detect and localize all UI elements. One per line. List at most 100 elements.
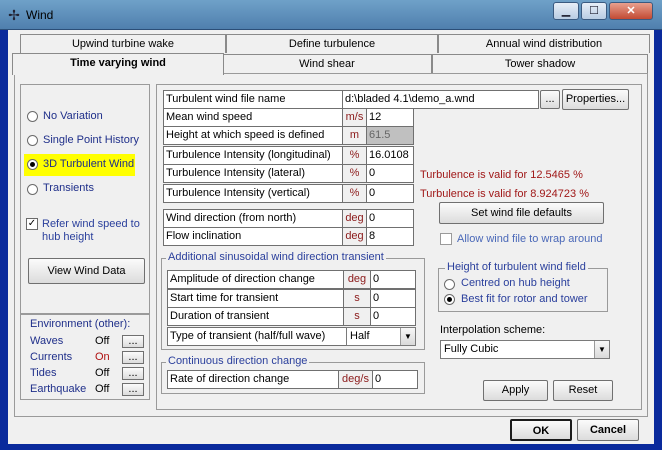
environment-title: Environment (other): [30,318,131,330]
allow-wrap-label: Allow wind file to wrap around [457,233,603,245]
reset-button[interactable]: Reset [553,380,613,401]
env-waves-label: Waves [30,335,64,347]
refer-hub-label-1: Refer wind speed to [42,218,140,230]
maximize-icon: ☐ [589,5,599,17]
transient-type-select[interactable]: Half ▼ [346,327,416,346]
env-currents-button[interactable]: ... [122,351,144,364]
set-wind-file-defaults-button[interactable]: Set wind file defaults [439,202,604,224]
env-tides-state: Off [95,367,110,379]
refer-hub-label-2: hub height [42,231,94,243]
browse-file-button[interactable]: ... [540,90,560,109]
interpolation-select[interactable]: Fully Cubic ▼ [440,340,610,359]
env-waves-state: Off [95,335,110,347]
checkmark-icon: ✓ [27,218,37,229]
best-fit-radio[interactable] [444,294,455,305]
transient-type-value: Half [350,330,370,342]
ti-vertical-label: Turbulence Intensity (vertical) [163,184,343,203]
minimize-icon: ▁ [561,5,571,17]
wind-turbine-icon: ✢ [8,7,20,23]
ti-longitudinal-unit: % [342,146,367,165]
start-time-unit: s [343,289,371,308]
interpolation-value: Fully Cubic [444,343,499,355]
close-icon: ✕ [626,5,636,17]
ti-longitudinal-label: Turbulence Intensity (longitudinal) [163,146,343,165]
single-point-history-radio[interactable] [27,135,38,146]
height-speed-label: Height at which speed is defined [163,126,343,145]
env-tides-button[interactable]: ... [122,367,144,380]
window-title: Wind [26,8,54,22]
no-variation-label: No Variation [43,110,103,122]
3d-turbulent-wind-radio[interactable] [27,159,38,170]
tab-upwind-turbine-wake[interactable]: Upwind turbine wake [20,34,226,53]
transient-type-label: Type of transient (half/full wave) [167,327,347,346]
interpolation-label: Interpolation scheme: [440,324,546,336]
tab-annual-wind-distribution[interactable]: Annual wind distribution [438,34,650,53]
flow-inclination-input[interactable]: 8 [366,227,414,246]
env-currents-state: On [95,351,110,363]
height-speed-input: 61.5 [366,126,414,145]
rate-direction-label: Rate of direction change [167,370,339,389]
flow-inclination-label: Flow inclination [163,227,343,246]
wind-direction-unit: deg [342,209,367,228]
env-earthquake-label: Earthquake [30,383,87,395]
turbulence-warning-lateral: Turbulence is valid for 12.5465 % [420,169,583,181]
cancel-button[interactable]: Cancel [577,419,639,441]
tab-wind-shear[interactable]: Wind shear [222,54,432,73]
start-time-label: Start time for transient [167,289,344,308]
env-earthquake-state: Off [95,383,110,395]
properties-button[interactable]: Properties... [562,89,629,110]
continuous-group-title: Continuous direction change [166,355,310,367]
ti-vertical-input[interactable]: 0 [366,184,414,203]
amplitude-input[interactable]: 0 [370,270,416,289]
transients-label: Transients [43,182,94,194]
tab-time-varying-wind[interactable]: Time varying wind [12,53,224,75]
duration-label: Duration of transient [167,307,344,326]
tab-define-turbulence[interactable]: Define turbulence [226,34,438,53]
ti-lateral-unit: % [342,164,367,183]
turbulent-file-input[interactable]: d:\bladed 4.1\demo_a.wnd [342,90,539,109]
turbulence-warning-vertical: Turbulence is valid for 8.924723 % [420,188,589,200]
chevron-down-icon[interactable]: ▼ [400,328,415,345]
mean-wind-speed-unit: m/s [342,108,367,127]
ti-lateral-input[interactable]: 0 [366,164,414,183]
rate-direction-input[interactable]: 0 [372,370,418,389]
duration-unit: s [343,307,371,326]
start-time-input[interactable]: 0 [370,289,416,308]
wind-direction-input[interactable]: 0 [366,209,414,228]
ti-lateral-label: Turbulence Intensity (lateral) [163,164,343,183]
duration-input[interactable]: 0 [370,307,416,326]
height-speed-unit: m [342,126,367,145]
single-point-history-label: Single Point History [43,134,139,146]
tab-tower-shadow[interactable]: Tower shadow [432,54,648,73]
env-tides-label: Tides [30,367,57,379]
centred-hub-radio[interactable] [444,279,455,290]
minimize-button[interactable]: ▁ [553,2,579,20]
height-group [438,268,608,312]
view-wind-data-button[interactable]: View Wind Data [28,258,145,284]
height-group-title: Height of turbulent wind field [445,261,588,273]
maximize-button[interactable]: ☐ [581,2,607,20]
flow-inclination-unit: deg [342,227,367,246]
chevron-down-icon[interactable]: ▼ [594,341,609,358]
apply-button[interactable]: Apply [483,380,548,401]
3d-turbulent-wind-label: 3D Turbulent Wind [43,158,135,170]
ok-button[interactable]: OK [510,419,572,441]
refer-hub-checkbox[interactable]: ✓ [26,218,38,230]
mean-wind-speed-input[interactable]: 12 [366,108,414,127]
wind-direction-label: Wind direction (from north) [163,209,343,228]
close-button[interactable]: ✕ [609,2,653,20]
rate-direction-unit: deg/s [338,370,373,389]
transient-group-title: Additional sinusoidal wind direction tra… [166,251,386,263]
allow-wrap-checkbox[interactable] [440,233,452,245]
env-currents-label: Currents [30,351,73,363]
best-fit-label: Best fit for rotor and tower [461,293,588,305]
ti-longitudinal-input[interactable]: 16.0108 [366,146,414,165]
turbulent-file-label: Turbulent wind file name [163,90,343,109]
transients-radio[interactable] [27,184,38,195]
no-variation-radio[interactable] [27,111,38,122]
ti-vertical-unit: % [342,184,367,203]
mean-wind-speed-label: Mean wind speed [163,108,343,127]
env-earthquake-button[interactable]: ... [122,383,144,396]
amplitude-unit: deg [343,270,371,289]
env-waves-button[interactable]: ... [122,335,144,348]
